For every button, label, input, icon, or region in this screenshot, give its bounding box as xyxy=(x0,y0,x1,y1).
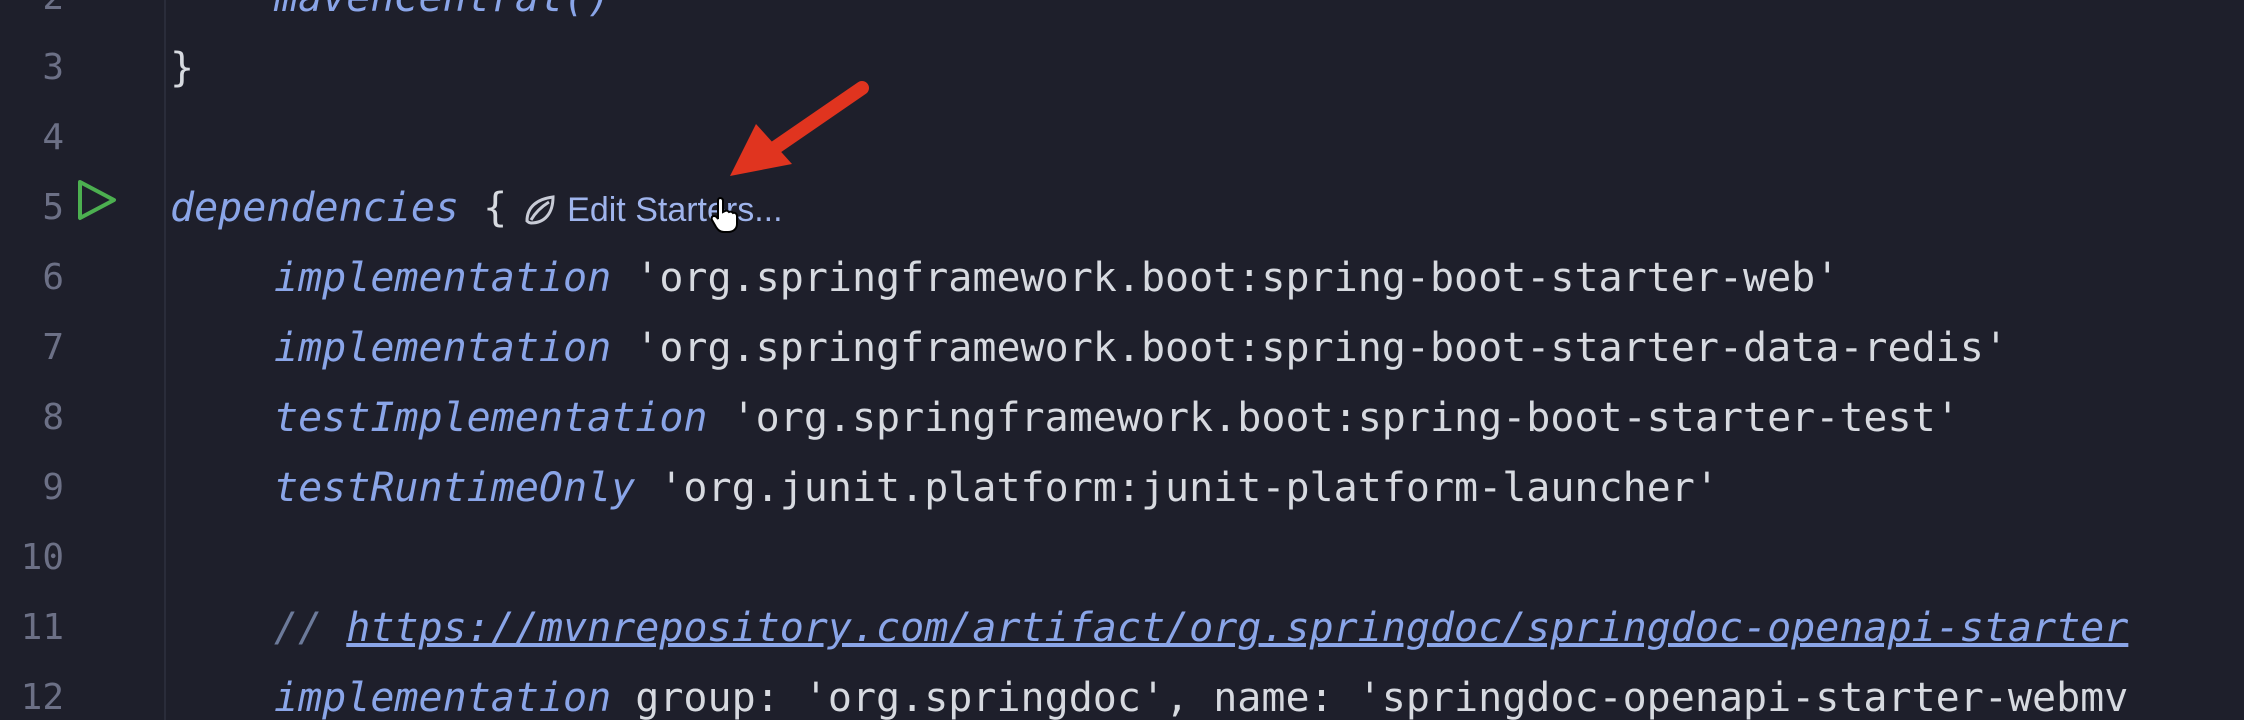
line-number: 4 xyxy=(42,117,64,158)
line-number: 7 xyxy=(42,327,64,368)
code-text: dependencies { Edit Starters... xyxy=(170,173,783,245)
code-line[interactable]: 3} xyxy=(0,33,2244,103)
code-token: testImplementation xyxy=(274,395,708,441)
code-line[interactable]: 10 xyxy=(0,523,2244,593)
code-token: { xyxy=(458,185,508,231)
edit-starters-codelens[interactable]: Edit Starters... xyxy=(521,175,783,245)
code-token: testRuntimeOnly xyxy=(274,465,636,511)
code-token: } xyxy=(170,45,195,91)
code-text: implementation group: 'org.springdoc', n… xyxy=(170,663,2128,720)
red-arrow-icon xyxy=(730,81,869,176)
run-play-icon[interactable] xyxy=(74,178,118,222)
code-line[interactable]: 11 // https://mvnrepository.com/artifact/… xyxy=(0,593,2244,663)
code-text: testRuntimeOnly 'org.junit.platform:juni… xyxy=(170,453,1719,523)
code-text: // https://mvnrepository.com/artifact/or… xyxy=(170,593,2128,663)
edit-starters-label[interactable]: Edit Starters... xyxy=(567,175,782,245)
code-token: 'org.springframework.boot:spring-boot-st… xyxy=(707,395,1960,441)
line-number: 9 xyxy=(42,467,64,508)
code-token: // xyxy=(274,605,347,651)
code-token: 'org.springframework.boot:spring-boot-st… xyxy=(611,255,1840,301)
code-token: dependencies xyxy=(170,185,459,231)
line-number: 2 xyxy=(0,0,64,33)
line-number: 11 xyxy=(20,607,64,648)
code-token: 'org.junit.platform:junit-platform-launc… xyxy=(635,465,1719,511)
code-text: implementation 'org.springframework.boot… xyxy=(170,243,1839,313)
code-text: mavenCentral() xyxy=(170,0,611,33)
code-token: implementation xyxy=(274,675,612,720)
code-token: mavenCentral() xyxy=(274,0,611,21)
line-number: 6 xyxy=(42,257,64,298)
code-line[interactable]: 2 mavenCentral() xyxy=(0,0,2244,33)
line-number: 3 xyxy=(42,47,64,88)
code-line[interactable]: 7 implementation 'org.springframework.boo… xyxy=(0,313,2244,383)
code-token: 'org.springframework.boot:spring-boot-st… xyxy=(611,325,2008,371)
code-line[interactable]: 9 testRuntimeOnly 'org.junit.platform:jun… xyxy=(0,453,2244,523)
code-text: implementation 'org.springframework.boot… xyxy=(170,313,2008,383)
code-text: } xyxy=(170,33,194,103)
line-number: 5 xyxy=(42,187,64,228)
code-token: implementation xyxy=(274,255,612,301)
code-line[interactable]: 12 implementation group: 'org.springdoc',… xyxy=(0,663,2244,720)
code-line[interactable]: 4 xyxy=(0,103,2244,173)
comment-link[interactable]: https://mvnrepository.com/artifact/org.s… xyxy=(346,605,2128,651)
code-line[interactable]: 5 dependencies { Edit Starters... xyxy=(0,173,2244,243)
code-token: group: 'org.springdoc', name: 'springdoc… xyxy=(611,675,2129,720)
code-editor[interactable]: 2 mavenCentral() 3} 4 5 dependencies { Edit St… xyxy=(0,0,2244,720)
code-line[interactable]: 8 testImplementation 'org.springframework… xyxy=(0,383,2244,453)
hand-pointer-icon xyxy=(710,196,738,233)
code-line[interactable]: 6 implementation 'org.springframework.boo… xyxy=(0,243,2244,313)
code-token: implementation xyxy=(274,325,612,371)
code-text: testImplementation 'org.springframework.… xyxy=(170,383,1960,453)
line-number: 10 xyxy=(20,537,64,578)
line-number: 8 xyxy=(42,397,64,438)
line-number: 12 xyxy=(20,677,64,718)
spring-leaf-icon xyxy=(525,195,555,225)
